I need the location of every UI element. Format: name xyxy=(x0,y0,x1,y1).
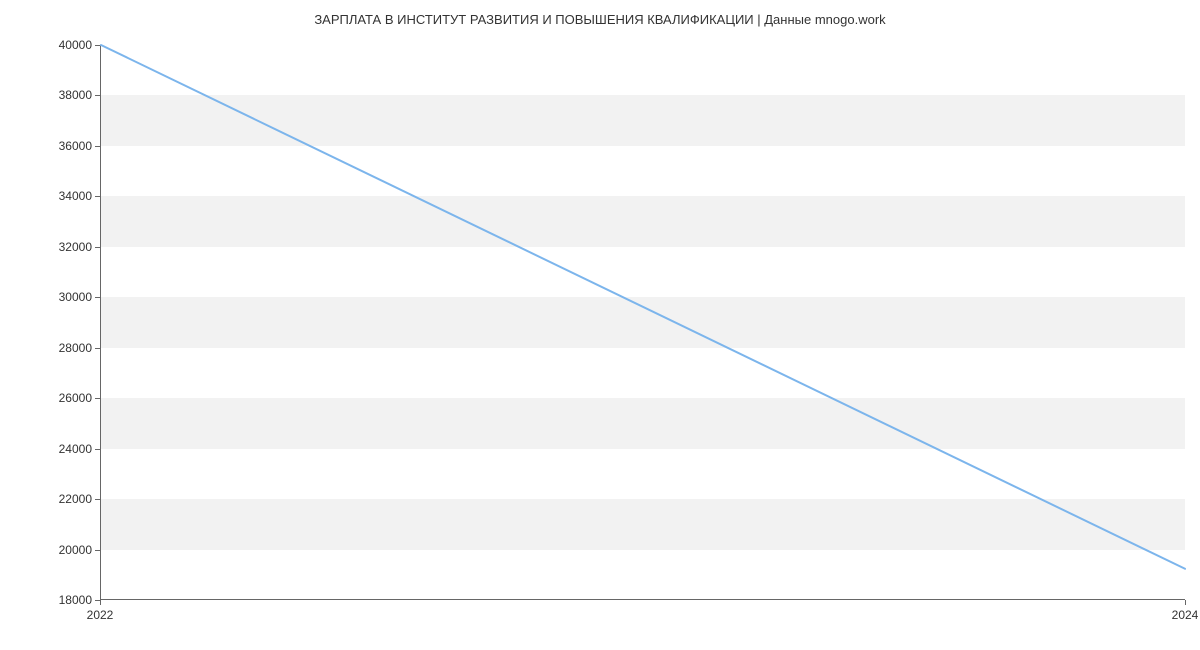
y-tick-label: 18000 xyxy=(59,593,92,607)
x-tick-mark xyxy=(1185,600,1186,605)
y-tick-label: 20000 xyxy=(59,543,92,557)
y-tick-mark xyxy=(95,398,100,399)
y-tick-mark xyxy=(95,297,100,298)
x-tick-label: 2024 xyxy=(1172,608,1199,622)
y-tick-mark xyxy=(95,499,100,500)
y-tick-mark xyxy=(95,146,100,147)
y-tick-label: 22000 xyxy=(59,492,92,506)
series-line-svg xyxy=(101,45,1185,599)
y-tick-label: 38000 xyxy=(59,88,92,102)
y-tick-label: 34000 xyxy=(59,189,92,203)
y-tick-label: 30000 xyxy=(59,290,92,304)
y-tick-label: 28000 xyxy=(59,341,92,355)
y-tick-mark xyxy=(95,247,100,248)
x-tick-mark xyxy=(100,600,101,605)
plot-area xyxy=(100,45,1185,600)
y-tick-mark xyxy=(95,348,100,349)
y-tick-label: 32000 xyxy=(59,240,92,254)
y-tick-label: 40000 xyxy=(59,38,92,52)
y-tick-label: 24000 xyxy=(59,442,92,456)
series-line xyxy=(101,45,1185,569)
y-tick-label: 36000 xyxy=(59,139,92,153)
x-tick-label: 2022 xyxy=(87,608,114,622)
y-tick-mark xyxy=(95,45,100,46)
y-tick-mark xyxy=(95,449,100,450)
y-tick-mark xyxy=(95,95,100,96)
y-tick-mark xyxy=(95,550,100,551)
y-tick-mark xyxy=(95,196,100,197)
chart-title: ЗАРПЛАТА В ИНСТИТУТ РАЗВИТИЯ И ПОВЫШЕНИЯ… xyxy=(0,12,1200,27)
y-tick-label: 26000 xyxy=(59,391,92,405)
